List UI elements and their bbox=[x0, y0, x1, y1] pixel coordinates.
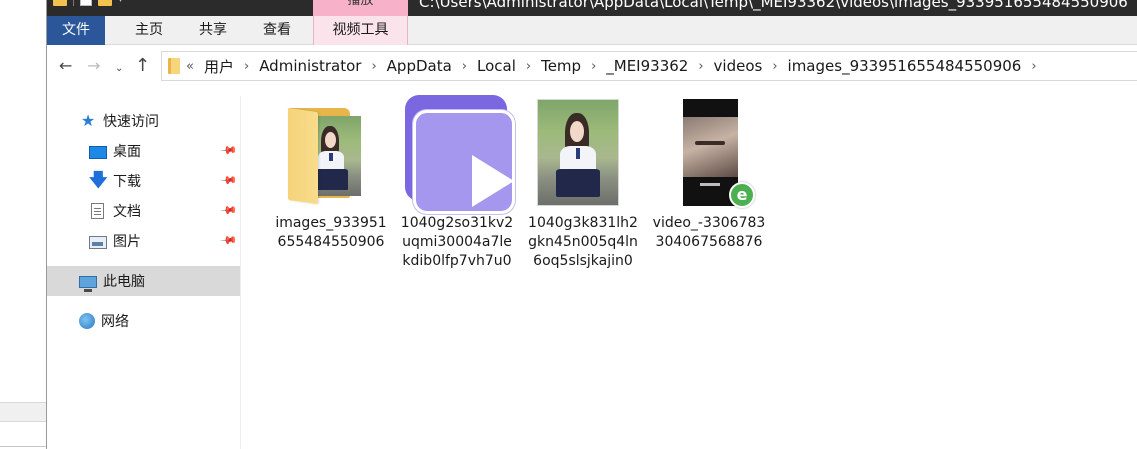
toolbar-divider bbox=[73, 0, 74, 6]
file-item-image[interactable]: 1040g3k831lh2gkn45n005q4ln6oq5slsjkajin0 bbox=[521, 90, 645, 280]
sidebar-item-label: 网络 bbox=[101, 314, 129, 330]
pictures-icon bbox=[89, 235, 107, 249]
image-preview-photo bbox=[537, 99, 619, 206]
pin-icon[interactable]: 📌 bbox=[220, 201, 239, 220]
breadcrumb-item-administrator[interactable]: Administrator bbox=[259, 57, 361, 75]
title-bar: ▾ 播放 C:\Users\Administrator\AppData\Loca… bbox=[47, 0, 1137, 16]
file-name: 1040g3k831lh2gkn45n005q4ln6oq5slsjkajin0 bbox=[528, 215, 638, 269]
document-icon bbox=[91, 203, 104, 219]
sidebar-item-label: 文档 bbox=[113, 204, 141, 220]
chevron-right-icon[interactable]: › bbox=[1031, 59, 1036, 74]
recent-locations-chevron-icon[interactable]: ⌄ bbox=[115, 59, 123, 79]
navigation-bar: ← → ⌄ ↑ « 用户 › Administrator › AppData ›… bbox=[47, 46, 1137, 86]
pin-icon[interactable]: 📌 bbox=[220, 231, 239, 250]
pin-icon[interactable]: 📌 bbox=[220, 141, 239, 160]
network-icon bbox=[79, 313, 95, 329]
breadcrumb-item-mei93362[interactable]: _MEI93362 bbox=[606, 57, 688, 75]
back-arrow-icon[interactable]: ← bbox=[59, 56, 72, 76]
image-file-thumbnail bbox=[521, 94, 645, 214]
quick-access-toolbar: ▾ bbox=[53, 0, 123, 6]
file-item-video-thumbnail[interactable]: e video_-3306783304067568876 bbox=[647, 90, 771, 280]
sidebar-item-desktop[interactable]: 桌面 📌 bbox=[47, 136, 240, 166]
file-name: 1040g2so31kv2uqmi30004a7lekdib0lfp7vh7u0 bbox=[400, 215, 514, 269]
chevron-right-icon[interactable]: › bbox=[591, 59, 596, 74]
background-window bbox=[0, 0, 46, 449]
video-player-icon bbox=[413, 110, 515, 214]
ribbon-tabs: 文件 主页 共享 查看 视频工具 bbox=[47, 16, 1137, 45]
tab-home[interactable]: 主页 bbox=[119, 16, 179, 45]
chevron-down-icon[interactable]: ▾ bbox=[118, 0, 123, 5]
forward-arrow-icon[interactable]: → bbox=[87, 56, 100, 76]
tab-video-tools[interactable]: 视频工具 bbox=[313, 16, 408, 45]
navigation-pane: ★ 快速访问 桌面 📌 🡇 下载 📌 文档 📌 图片 📌 此电脑 网络 bbox=[47, 96, 241, 449]
sidebar-item-documents[interactable]: 文档 📌 bbox=[47, 196, 240, 226]
chevron-right-icon[interactable]: › bbox=[462, 59, 467, 74]
folder-icon bbox=[168, 58, 180, 74]
sidebar-item-label: 桌面 bbox=[113, 144, 141, 160]
overflow-chevron-icon[interactable]: « bbox=[186, 59, 194, 74]
breadcrumb-item-users[interactable]: 用户 bbox=[204, 56, 234, 77]
desktop-icon bbox=[89, 145, 107, 159]
file-name: images_933951655484550906 bbox=[275, 215, 387, 250]
address-bar[interactable]: « 用户 › Administrator › AppData › Local ›… bbox=[161, 51, 1137, 81]
window-title: C:\Users\Administrator\AppData\Local\Tem… bbox=[419, 0, 1128, 11]
star-icon: ★ bbox=[80, 111, 96, 130]
context-tab-group-label: 播放 bbox=[313, 0, 408, 16]
file-name: video_-3306783304067568876 bbox=[652, 215, 766, 250]
sidebar-item-network[interactable]: 网络 bbox=[47, 306, 240, 336]
breadcrumb-item-images-folder[interactable]: images_933951655484550906 bbox=[788, 57, 1022, 75]
sidebar-item-label: 下载 bbox=[113, 174, 141, 190]
folder-icon[interactable] bbox=[53, 0, 67, 6]
context-group-text: 播放 bbox=[347, 0, 374, 8]
breadcrumb: « 用户 › Administrator › AppData › Local ›… bbox=[186, 52, 1047, 80]
file-explorer-window: ▾ 播放 C:\Users\Administrator\AppData\Loca… bbox=[46, 0, 1137, 449]
video-thumbnail: e bbox=[647, 94, 771, 214]
computer-icon bbox=[79, 276, 97, 292]
up-arrow-icon[interactable]: ↑ bbox=[135, 56, 150, 76]
sidebar-item-label: 此电脑 bbox=[103, 274, 145, 290]
sidebar-item-label: 图片 bbox=[113, 234, 141, 250]
breadcrumb-item-local[interactable]: Local bbox=[477, 57, 516, 75]
sidebar-item-this-pc[interactable]: 此电脑 bbox=[47, 266, 240, 296]
sidebar-item-pictures[interactable]: 图片 📌 bbox=[47, 226, 240, 256]
folder-icon bbox=[288, 108, 318, 205]
tab-file[interactable]: 文件 bbox=[47, 16, 105, 45]
sidebar-item-label: 快速访问 bbox=[103, 114, 159, 130]
folder-thumbnail bbox=[269, 94, 393, 214]
video-preview-caption bbox=[700, 183, 720, 186]
chevron-right-icon[interactable]: › bbox=[526, 59, 531, 74]
breadcrumb-item-appdata[interactable]: AppData bbox=[387, 57, 452, 75]
download-icon: 🡇 bbox=[89, 170, 108, 191]
player-badge-icon: e bbox=[729, 182, 755, 208]
chevron-right-icon[interactable]: › bbox=[772, 59, 777, 74]
video-file-thumbnail bbox=[395, 94, 519, 214]
sidebar-item-quick-access[interactable]: ★ 快速访问 bbox=[47, 106, 240, 136]
play-icon bbox=[472, 155, 514, 207]
chevron-right-icon[interactable]: › bbox=[698, 59, 703, 74]
file-list: images_933951655484550906 1040g2so31kv2u… bbox=[253, 90, 1137, 449]
chevron-right-icon[interactable]: › bbox=[244, 59, 249, 74]
background-window-line bbox=[0, 446, 46, 447]
new-folder-icon[interactable] bbox=[98, 0, 112, 6]
breadcrumb-item-videos[interactable]: videos bbox=[714, 57, 763, 75]
breadcrumb-item-temp[interactable]: Temp bbox=[541, 57, 581, 75]
file-item-folder[interactable]: images_933951655484550906 bbox=[269, 90, 393, 280]
chevron-right-icon[interactable]: › bbox=[371, 59, 376, 74]
tab-view[interactable]: 查看 bbox=[247, 16, 307, 45]
file-item-video[interactable]: 1040g2so31kv2uqmi30004a7lekdib0lfp7vh7u0 bbox=[395, 90, 519, 280]
properties-icon[interactable] bbox=[80, 0, 92, 6]
pin-icon[interactable]: 📌 bbox=[220, 171, 239, 190]
tab-share[interactable]: 共享 bbox=[183, 16, 243, 45]
sidebar-item-downloads[interactable]: 🡇 下载 📌 bbox=[47, 166, 240, 196]
video-preview-face bbox=[683, 117, 738, 177]
background-window-band bbox=[0, 402, 46, 422]
